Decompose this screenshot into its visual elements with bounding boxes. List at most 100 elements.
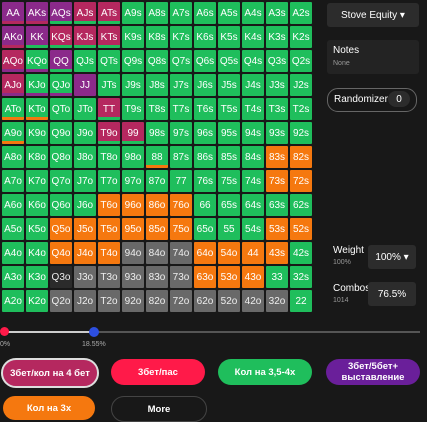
hand-cell-A4o[interactable]: A4o	[2, 242, 24, 264]
hand-cell-K2o[interactable]: K2o	[26, 290, 48, 312]
hand-cell-K7s[interactable]: K7s	[170, 26, 192, 48]
randomizer-input[interactable]: 0	[388, 91, 410, 107]
hand-cell-63o[interactable]: 63o	[194, 266, 216, 288]
hand-cell-62s[interactable]: 62s	[290, 194, 312, 216]
hand-cell-KTo[interactable]: KTo	[26, 98, 48, 120]
hand-cell-88[interactable]: 88	[146, 146, 168, 168]
hand-cell-87o[interactable]: 87o	[146, 170, 168, 192]
hand-cell-TT[interactable]: TT	[98, 98, 120, 120]
hand-cell-AJs[interactable]: AJs	[74, 2, 96, 24]
hand-cell-65s[interactable]: 65s	[218, 194, 240, 216]
hand-cell-J6s[interactable]: J6s	[194, 74, 216, 96]
hand-cell-T8o[interactable]: T8o	[98, 146, 120, 168]
hand-cell-86o[interactable]: 86o	[146, 194, 168, 216]
hand-cell-52s[interactable]: 52s	[290, 218, 312, 240]
hand-cell-J9s[interactable]: J9s	[122, 74, 144, 96]
hand-cell-AKs[interactable]: AKs	[26, 2, 48, 24]
hand-cell-72s[interactable]: 72s	[290, 170, 312, 192]
hand-cell-QJs[interactable]: QJs	[74, 50, 96, 72]
hand-cell-J3o[interactable]: J3o	[74, 266, 96, 288]
hand-cell-43o[interactable]: 43o	[242, 266, 264, 288]
hand-cell-42s[interactable]: 42s	[290, 242, 312, 264]
hand-cell-A3s[interactable]: A3s	[266, 2, 288, 24]
action-call-3x-button[interactable]: Кол на 3х	[3, 396, 95, 420]
hand-cell-KJs[interactable]: KJs	[74, 26, 96, 48]
hand-cell-42o[interactable]: 42o	[242, 290, 264, 312]
hand-cell-J7o[interactable]: J7o	[74, 170, 96, 192]
hand-cell-75s[interactable]: 75s	[218, 170, 240, 192]
hand-cell-A8o[interactable]: A8o	[2, 146, 24, 168]
hand-cell-K6o[interactable]: K6o	[26, 194, 48, 216]
hand-cell-A9s[interactable]: A9s	[122, 2, 144, 24]
hand-cell-QTs[interactable]: QTs	[98, 50, 120, 72]
hand-cell-T5o[interactable]: T5o	[98, 218, 120, 240]
hand-cell-A9o[interactable]: A9o	[2, 122, 24, 144]
hand-cell-82o[interactable]: 82o	[146, 290, 168, 312]
hand-cell-J7s[interactable]: J7s	[170, 74, 192, 96]
hand-cell-QTo[interactable]: QTo	[50, 98, 72, 120]
hand-cell-K3s[interactable]: K3s	[266, 26, 288, 48]
hand-cell-A6o[interactable]: A6o	[2, 194, 24, 216]
more-button[interactable]: More	[111, 396, 207, 422]
hand-cell-97s[interactable]: 97s	[170, 122, 192, 144]
hand-cell-J5o[interactable]: J5o	[74, 218, 96, 240]
hand-cell-84s[interactable]: 84s	[242, 146, 264, 168]
hand-cell-KQo[interactable]: KQo	[26, 50, 48, 72]
hand-cell-J9o[interactable]: J9o	[74, 122, 96, 144]
hand-cell-J8s[interactable]: J8s	[146, 74, 168, 96]
hand-cell-J2o[interactable]: J2o	[74, 290, 96, 312]
hand-cell-T6o[interactable]: T6o	[98, 194, 120, 216]
hand-cell-K8o[interactable]: K8o	[26, 146, 48, 168]
hand-cell-A2o[interactable]: A2o	[2, 290, 24, 312]
hand-cell-T4s[interactable]: T4s	[242, 98, 264, 120]
hand-cell-J4s[interactable]: J4s	[242, 74, 264, 96]
hand-cell-K9s[interactable]: K9s	[122, 26, 144, 48]
hand-cell-83o[interactable]: 83o	[146, 266, 168, 288]
hand-cell-AQo[interactable]: AQo	[2, 50, 24, 72]
hand-cell-Q9o[interactable]: Q9o	[50, 122, 72, 144]
hand-cell-JTo[interactable]: JTo	[74, 98, 96, 120]
hand-cell-Q3o[interactable]: Q3o	[50, 266, 72, 288]
hand-cell-T4o[interactable]: T4o	[98, 242, 120, 264]
hand-cell-KQs[interactable]: KQs	[50, 26, 72, 48]
hand-cell-K9o[interactable]: K9o	[26, 122, 48, 144]
hand-cell-32o[interactable]: 32o	[266, 290, 288, 312]
range-slider-track[interactable]	[4, 331, 420, 333]
hand-cell-Q8s[interactable]: Q8s	[146, 50, 168, 72]
hand-cell-J8o[interactable]: J8o	[74, 146, 96, 168]
hand-cell-ATs[interactable]: ATs	[98, 2, 120, 24]
hand-cell-53s[interactable]: 53s	[266, 218, 288, 240]
hand-cell-95o[interactable]: 95o	[122, 218, 144, 240]
hand-cell-K7o[interactable]: K7o	[26, 170, 48, 192]
hand-cell-97o[interactable]: 97o	[122, 170, 144, 192]
hand-cell-62o[interactable]: 62o	[194, 290, 216, 312]
stove-equity-dropdown[interactable]: Stove Equity ▾	[327, 3, 419, 27]
hand-cell-77[interactable]: 77	[170, 170, 192, 192]
hand-cell-T7o[interactable]: T7o	[98, 170, 120, 192]
hand-cell-92s[interactable]: 92s	[290, 122, 312, 144]
hand-cell-A7o[interactable]: A7o	[2, 170, 24, 192]
hand-cell-AQs[interactable]: AQs	[50, 2, 72, 24]
hand-cell-KJo[interactable]: KJo	[26, 74, 48, 96]
hand-cell-82s[interactable]: 82s	[290, 146, 312, 168]
hand-cell-65o[interactable]: 65o	[194, 218, 216, 240]
hand-cell-Q7s[interactable]: Q7s	[170, 50, 192, 72]
hand-cell-98s[interactable]: 98s	[146, 122, 168, 144]
hand-cell-52o[interactable]: 52o	[218, 290, 240, 312]
hand-cell-33[interactable]: 33	[266, 266, 288, 288]
hand-cell-73s[interactable]: 73s	[266, 170, 288, 192]
hand-cell-A7s[interactable]: A7s	[170, 2, 192, 24]
hand-cell-T9s[interactable]: T9s	[122, 98, 144, 120]
notes-panel[interactable]: Notes None	[327, 40, 419, 74]
hand-cell-J5s[interactable]: J5s	[218, 74, 240, 96]
hand-cell-K6s[interactable]: K6s	[194, 26, 216, 48]
hand-cell-32s[interactable]: 32s	[290, 266, 312, 288]
hand-cell-73o[interactable]: 73o	[170, 266, 192, 288]
hand-cell-99[interactable]: 99	[122, 122, 144, 144]
hand-cell-55[interactable]: 55	[218, 218, 240, 240]
hand-cell-63s[interactable]: 63s	[266, 194, 288, 216]
hand-cell-96o[interactable]: 96o	[122, 194, 144, 216]
hand-cell-A6s[interactable]: A6s	[194, 2, 216, 24]
hand-cell-KK[interactable]: KK	[26, 26, 48, 48]
hand-cell-75o[interactable]: 75o	[170, 218, 192, 240]
